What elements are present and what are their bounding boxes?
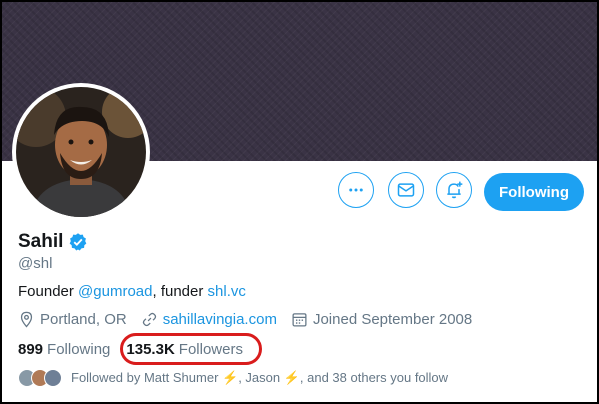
follower-avatar: [44, 369, 62, 387]
followers-count: 135.3K: [126, 341, 175, 358]
notification-icon: [447, 181, 463, 199]
profile-card: Following Sahil @shl Founder @gumroad, f…: [0, 0, 599, 404]
profile-stats: 899 Following 135.3K Followers: [18, 341, 259, 358]
verified-icon: [68, 232, 88, 252]
joined-text: Joined September 2008: [312, 311, 473, 328]
avatar[interactable]: [12, 83, 150, 221]
following-stat[interactable]: 899 Following: [18, 341, 110, 358]
followed-by-text: Followed by Matt Shumer ⚡, Jason ⚡, and …: [71, 370, 449, 385]
location-icon: [20, 311, 33, 328]
calendar-icon: [292, 313, 307, 327]
bio-mention-link[interactable]: @gumroad: [78, 283, 152, 300]
bio-text-middle: , funder: [152, 283, 208, 300]
mail-icon: [397, 183, 415, 197]
website-item: sahillavingia.com: [141, 311, 277, 328]
profile-handle: @shl: [18, 255, 53, 272]
following-label: Following: [47, 341, 111, 358]
following-count: 899: [18, 341, 44, 358]
bio-text: Founder: [18, 283, 79, 300]
website-link[interactable]: sahillavingia.com: [163, 311, 277, 328]
bio-url-link[interactable]: shl.vc: [208, 283, 246, 300]
more-button[interactable]: [338, 172, 374, 208]
link-icon: [142, 312, 156, 327]
followers-label: Followers: [178, 341, 243, 358]
avatar-photo: [16, 87, 146, 217]
profile-name: Sahil: [18, 231, 64, 252]
profile-name-row: Sahil: [18, 231, 88, 253]
following-button[interactable]: Following: [484, 173, 584, 211]
location-item: Portland, OR: [18, 311, 127, 328]
followers-stat[interactable]: 135.3K Followers: [126, 341, 243, 358]
profile-meta: Portland, OR sahillavingia.com Joined Se…: [18, 311, 486, 328]
location-text: Portland, OR: [40, 311, 127, 328]
more-icon: [349, 188, 363, 192]
notifications-button[interactable]: [436, 172, 472, 208]
profile-bio: Founder @gumroad, funder shl.vc: [18, 283, 246, 300]
joined-item: Joined September 2008: [291, 311, 472, 328]
followed-by-row[interactable]: Followed by Matt Shumer ⚡, Jason ⚡, and …: [18, 369, 448, 387]
message-button[interactable]: [388, 172, 424, 208]
